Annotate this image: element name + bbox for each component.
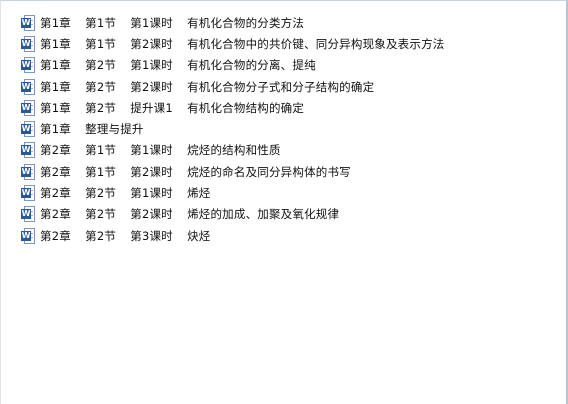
file-name: 第1章 整理与提升 bbox=[40, 122, 144, 137]
file-item[interactable]: W 第2章 第2节 第2课时 烯烃的加成、加聚及氧化规律 bbox=[21, 204, 444, 225]
word-doc-icon: W bbox=[21, 142, 35, 159]
file-item[interactable]: W 第1章 第1节 第2课时 有机化合物中的共价键、同分异构现象及表示方法 bbox=[21, 33, 444, 54]
file-name: 第2章 第2节 第2课时 烯烃的加成、加聚及氧化规律 bbox=[40, 207, 340, 222]
word-doc-icon: W bbox=[21, 185, 35, 202]
file-name: 第2章 第1节 第1课时 烷烃的结构和性质 bbox=[40, 143, 281, 158]
file-item[interactable]: W 第1章 第1节 第1课时 有机化合物的分类方法 bbox=[21, 12, 444, 33]
file-name: 第1章 第1节 第1课时 有机化合物的分类方法 bbox=[40, 15, 305, 30]
file-item[interactable]: W 第1章 第2节 第1课时 有机化合物的分离、提纯 bbox=[21, 55, 444, 76]
file-item[interactable]: W 第1章 整理与提升 bbox=[21, 118, 444, 139]
word-doc-icon: W bbox=[21, 57, 35, 74]
file-item[interactable]: W 第1章 第2节 第2课时 有机化合物分子式和分子结构的确定 bbox=[21, 76, 444, 97]
word-doc-icon: W bbox=[21, 121, 35, 138]
word-doc-icon: W bbox=[21, 227, 35, 244]
file-item[interactable]: W 第2章 第1节 第2课时 烷烃的命名及同分异构体的书写 bbox=[21, 161, 444, 182]
file-item[interactable]: W 第2章 第2节 第1课时 烯烃 bbox=[21, 182, 444, 203]
file-name: 第1章 第2节 提升课1 有机化合物结构的确定 bbox=[40, 100, 305, 115]
file-item[interactable]: W 第2章 第2节 第3课时 炔烃 bbox=[21, 225, 444, 246]
file-name: 第2章 第2节 第3课时 炔烃 bbox=[40, 228, 211, 243]
file-name: 第1章 第2节 第1课时 有机化合物的分离、提纯 bbox=[40, 58, 316, 73]
word-doc-icon: W bbox=[21, 163, 35, 180]
file-list: W 第1章 第1节 第1课时 有机化合物的分类方法 W 第1章 第1节 第2课时… bbox=[21, 12, 444, 246]
word-doc-icon: W bbox=[21, 206, 35, 223]
file-item[interactable]: W 第2章 第1节 第1课时 烷烃的结构和性质 bbox=[21, 140, 444, 161]
word-doc-icon: W bbox=[21, 14, 35, 31]
file-list-pane: W 第1章 第1节 第1课时 有机化合物的分类方法 W 第1章 第1节 第2课时… bbox=[0, 0, 568, 404]
file-name: 第1章 第1节 第2课时 有机化合物中的共价键、同分异构现象及表示方法 bbox=[40, 36, 445, 51]
word-doc-icon: W bbox=[21, 35, 35, 52]
file-item[interactable]: W 第1章 第2节 提升课1 有机化合物结构的确定 bbox=[21, 97, 444, 118]
word-doc-icon: W bbox=[21, 78, 35, 95]
file-name: 第1章 第2节 第2课时 有机化合物分子式和分子结构的确定 bbox=[40, 79, 375, 94]
file-name: 第2章 第2节 第1课时 烯烃 bbox=[40, 186, 211, 201]
file-name: 第2章 第1节 第2课时 烷烃的命名及同分异构体的书写 bbox=[40, 164, 351, 179]
word-doc-icon: W bbox=[21, 99, 35, 116]
